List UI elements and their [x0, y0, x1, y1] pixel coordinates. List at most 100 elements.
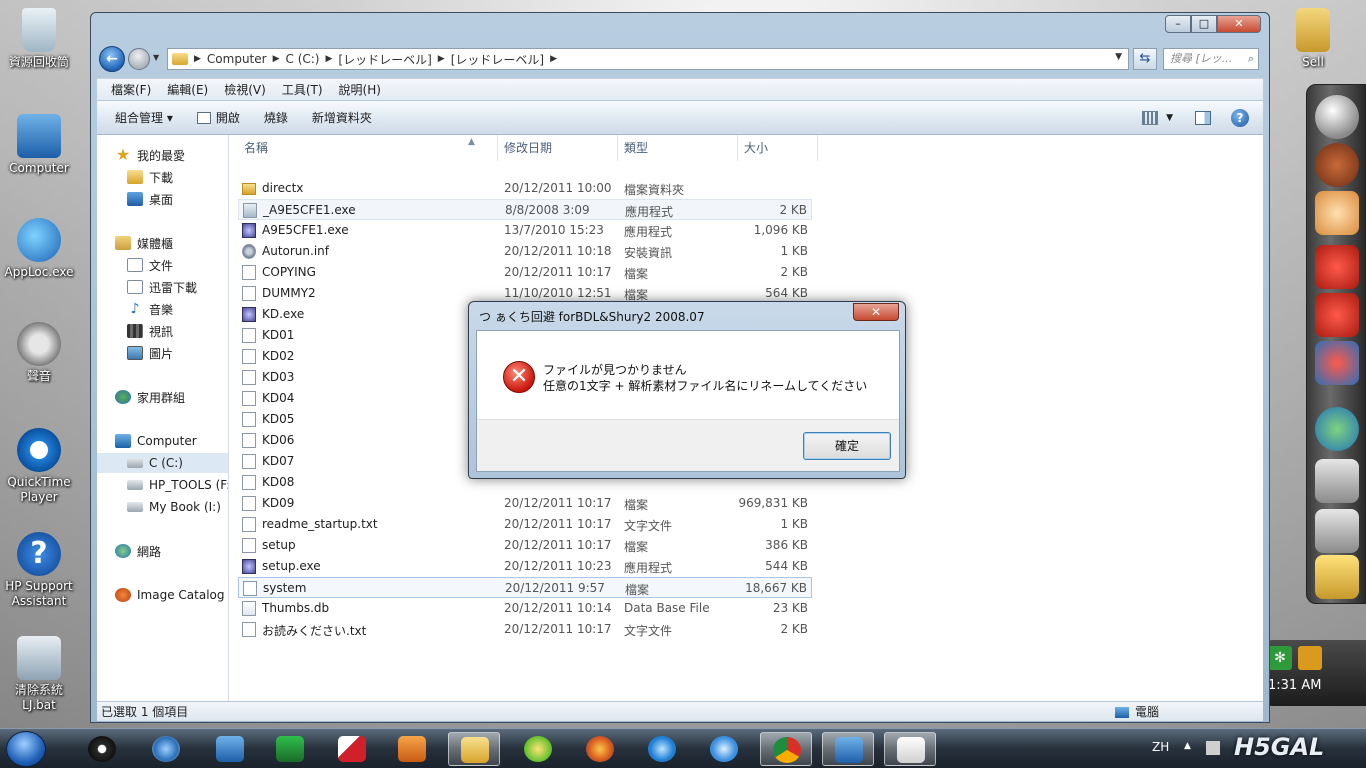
- nav-computer[interactable]: Computer: [115, 431, 197, 451]
- new-folder-button[interactable]: 新增資料夾: [312, 109, 372, 126]
- sphere-gadget-icon[interactable]: [1315, 95, 1359, 139]
- taskbar-ie[interactable]: [636, 732, 688, 766]
- nav-drive-c[interactable]: C (C:): [97, 453, 228, 473]
- nav-favorites[interactable]: ★ 我的最愛: [115, 145, 185, 165]
- taskbar-monitor[interactable]: [204, 732, 256, 766]
- column-header-name[interactable]: 名稱 ▲: [238, 135, 498, 161]
- search-input[interactable]: 搜尋 [レッ... ⌕: [1163, 48, 1259, 70]
- taskbar-itunes[interactable]: [698, 732, 750, 766]
- menu-tools[interactable]: 工具(T): [282, 81, 323, 98]
- close-button[interactable]: ✕: [1217, 15, 1261, 33]
- weather-gadget-icon[interactable]: [1315, 143, 1359, 187]
- view-mode-icon[interactable]: [1142, 111, 1159, 125]
- refresh-gadget-icon[interactable]: ✻: [1268, 646, 1292, 670]
- nav-music[interactable]: ♪ 音樂: [127, 299, 173, 319]
- angry-birds-seasons-icon[interactable]: [1315, 293, 1359, 337]
- action-center-icon[interactable]: [1206, 741, 1220, 755]
- table-row-selected[interactable]: system 20/12/2011 9:57 檔案 18,667 KB: [238, 577, 812, 598]
- table-row[interactable]: readme_startup.txt 20/12/2011 10:17 文字文件…: [238, 514, 812, 535]
- taskbar-chrome[interactable]: [760, 732, 812, 766]
- taskbar-kaspersky[interactable]: [326, 732, 378, 766]
- nav-documents[interactable]: 文件: [127, 255, 173, 275]
- character-gadget-icon[interactable]: [1315, 191, 1359, 235]
- taskbar-webcam[interactable]: [140, 732, 192, 766]
- table-row[interactable]: COPYING 20/12/2011 10:17 檔案 2 KB: [238, 262, 812, 283]
- tools-icon[interactable]: [1315, 459, 1359, 503]
- table-row[interactable]: directx 20/12/2011 10:00 檔案資料夾: [238, 178, 812, 199]
- minimize-button[interactable]: –: [1165, 15, 1191, 33]
- nav-desktop[interactable]: 桌面: [127, 189, 173, 209]
- maximize-button[interactable]: □: [1191, 15, 1217, 33]
- angry-birds-rio-icon[interactable]: [1315, 341, 1359, 385]
- desktop-icon-recycle-bin[interactable]: 資源回收筒: [0, 8, 78, 70]
- help-icon[interactable]: ?: [1231, 109, 1249, 127]
- open-button[interactable]: 開啟: [196, 109, 240, 126]
- desktop-icon-hp-support[interactable]: ? HP Support Assistant: [0, 532, 78, 609]
- breadcrumb-folder-1[interactable]: [レッドレーベル]: [338, 51, 431, 68]
- desktop-icon-quicktime[interactable]: QuickTime Player: [0, 428, 78, 505]
- desktop-icon-apploc[interactable]: AppLoc.exe: [0, 218, 78, 280]
- table-row[interactable]: Autorun.inf 20/12/2011 10:18 安裝資訊 1 KB: [238, 241, 812, 262]
- search-icon[interactable]: ⌕: [1248, 49, 1254, 69]
- menu-edit[interactable]: 編輯(E): [167, 81, 208, 98]
- taskbar-hp[interactable]: [76, 732, 128, 766]
- view-dropdown-icon[interactable]: ▼: [1166, 113, 1173, 123]
- recent-pages-dropdown[interactable]: ▼: [153, 53, 159, 62]
- breadcrumb-computer[interactable]: Computer: [207, 52, 267, 66]
- table-row[interactable]: お読みください.txt 20/12/2011 10:17 文字文件 2 KB: [238, 619, 812, 640]
- key-gadget-icon[interactable]: [1298, 646, 1322, 670]
- breadcrumb-drive-c[interactable]: C (C:): [286, 52, 320, 66]
- table-row[interactable]: A9E5CFE1.exe 13/7/2010 15:23 應用程式 1,096 …: [238, 220, 812, 241]
- nav-homegroup[interactable]: 家用群組: [115, 387, 185, 407]
- nav-image-catalog[interactable]: Image Catalog: [115, 585, 224, 605]
- table-row[interactable]: setup 20/12/2011 10:17 檔案 386 KB: [238, 535, 812, 556]
- burn-button[interactable]: 燒錄: [264, 109, 288, 126]
- ok-button[interactable]: 確定: [803, 432, 891, 460]
- show-hidden-icons-icon[interactable]: ▲: [1184, 741, 1191, 751]
- nav-network[interactable]: 網路: [115, 541, 161, 561]
- address-dropdown-icon[interactable]: ▼: [1115, 52, 1122, 62]
- desktop-icon-sell[interactable]: Sell: [1274, 8, 1352, 70]
- nav-drive-my-book[interactable]: My Book (I:): [127, 497, 221, 517]
- column-header-type[interactable]: 類型: [618, 135, 738, 161]
- nav-libraries[interactable]: 媒體櫃: [115, 233, 173, 253]
- organize-button[interactable]: 組合管理 ▾: [115, 109, 173, 126]
- r-app-icon[interactable]: [1315, 555, 1359, 599]
- table-row[interactable]: KD09 20/12/2011 10:17 檔案 969,831 KB: [238, 493, 812, 514]
- preview-pane-icon[interactable]: [1195, 111, 1211, 125]
- taskbar-firefox[interactable]: [574, 732, 626, 766]
- nav-drive-hp-tools[interactable]: HP_TOOLS (F:): [127, 475, 228, 495]
- start-button[interactable]: [6, 731, 46, 767]
- forward-button[interactable]: [128, 48, 150, 70]
- table-row[interactable]: Thumbs.db 20/12/2011 10:14 Data Base Fil…: [238, 598, 812, 619]
- nav-thunder-downloads[interactable]: 迅雷下載: [127, 277, 197, 297]
- desktop-icon-clean-bat[interactable]: 清除系統 LJ.bat: [0, 636, 78, 713]
- taskbar-dialog-app[interactable]: [884, 732, 936, 766]
- wrench-icon[interactable]: [1315, 509, 1359, 553]
- taskbar-explorer[interactable]: [448, 732, 500, 766]
- refresh-button[interactable]: ⇆: [1133, 48, 1157, 70]
- taskbar-memory[interactable]: [264, 732, 316, 766]
- desktop-icon-computer[interactable]: Computer: [0, 114, 78, 176]
- nav-pictures[interactable]: 圖片: [127, 343, 173, 363]
- breadcrumb-folder-2[interactable]: [レッドレーベル]: [451, 51, 544, 68]
- menu-help[interactable]: 說明(H): [339, 81, 381, 98]
- menu-view[interactable]: 檢視(V): [224, 81, 266, 98]
- nav-downloads[interactable]: 下載: [127, 167, 173, 187]
- taskbar-media[interactable]: [386, 732, 438, 766]
- menu-file[interactable]: 檔案(F): [111, 81, 151, 98]
- angry-birds-icon[interactable]: [1315, 245, 1359, 289]
- table-row[interactable]: setup.exe 20/12/2011 10:23 應用程式 544 KB: [238, 556, 812, 577]
- table-row[interactable]: _A9E5CFE1.exe 8/8/2008 3:09 應用程式 2 KB: [238, 199, 812, 220]
- column-header-size[interactable]: 大小: [738, 135, 818, 161]
- desktop-icon-sound[interactable]: 聲音: [0, 322, 78, 384]
- dialog-close-button[interactable]: ✕: [853, 303, 899, 321]
- taskbar-bird-app[interactable]: [822, 732, 874, 766]
- language-indicator[interactable]: ZH: [1152, 740, 1169, 754]
- column-header-date[interactable]: 修改日期: [498, 135, 618, 161]
- back-button[interactable]: ←: [99, 46, 125, 72]
- globe-icon[interactable]: [1315, 407, 1359, 451]
- address-bar[interactable]: ▶ Computer ▶ C (C:) ▶ [レッドレーベル] ▶ [レッドレー…: [167, 48, 1129, 70]
- nav-videos[interactable]: 視訊: [127, 321, 173, 341]
- taskbar-music-app[interactable]: [512, 732, 564, 766]
